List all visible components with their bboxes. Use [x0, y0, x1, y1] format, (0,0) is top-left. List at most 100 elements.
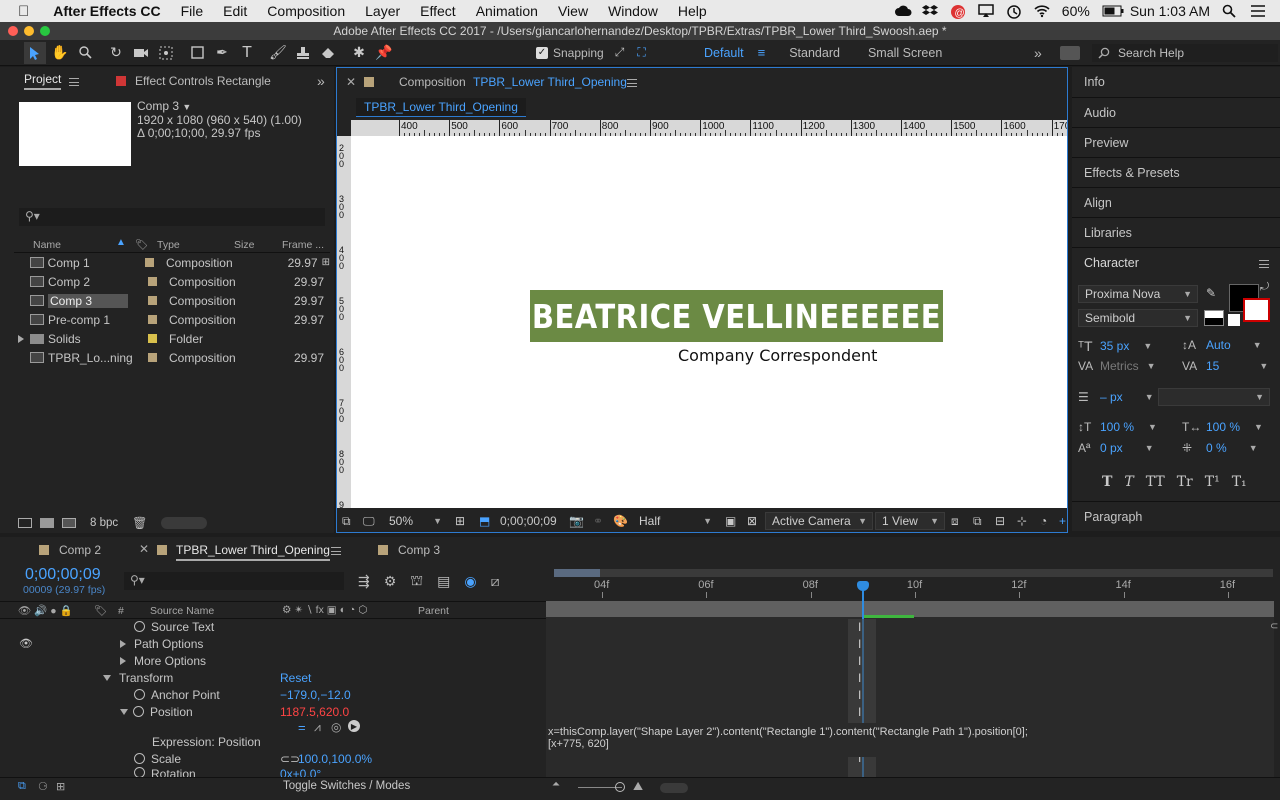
label-swatch[interactable]: [148, 353, 157, 362]
puppet-pin-tool-icon[interactable]: 📌: [373, 42, 395, 64]
new-composition-icon[interactable]: [62, 518, 76, 528]
source-name-header[interactable]: Source Name: [150, 605, 214, 617]
tab-project[interactable]: Project: [24, 72, 62, 90]
switches-header-icons[interactable]: ⚙ ✴ ∖ fx ▣ ◐ ◔ ⬡: [282, 604, 367, 616]
horizontal-scale-value[interactable]: 100 %: [1206, 420, 1240, 434]
panel-libraries[interactable]: Libraries: [1072, 217, 1280, 247]
search-help-field[interactable]: Search Help: [1092, 44, 1278, 62]
expression-enable-icon[interactable]: =: [298, 720, 306, 735]
interpret-footage-icon[interactable]: [18, 518, 32, 528]
prop-rotation[interactable]: Rotation 0x+0.0°: [0, 767, 546, 777]
composition-panel-menu-icon[interactable]: [627, 79, 637, 87]
selection-tool-icon[interactable]: [24, 41, 46, 64]
eyedropper-icon[interactable]: ✎: [1206, 286, 1216, 300]
rotation-tool-icon[interactable]: ↻: [105, 42, 127, 64]
apple-icon[interactable]: : [0, 3, 43, 20]
label-swatch[interactable]: [148, 277, 157, 286]
timeline-close-tab-icon[interactable]: ✕: [139, 542, 149, 556]
zoom-window-button[interactable]: [40, 26, 50, 36]
grid-icon[interactable]: ⊞: [455, 514, 465, 528]
transform-reset-link[interactable]: Reset: [280, 671, 311, 685]
expression-graph-icon[interactable]: ⩘: [314, 720, 321, 735]
expand-arrow-icon[interactable]: [120, 656, 126, 665]
composition-flow-name[interactable]: TPBR_Lower Third_Opening: [356, 98, 526, 117]
color-channel-icon[interactable]: 🎨: [613, 514, 628, 528]
col-size[interactable]: Size: [234, 239, 254, 251]
close-window-button[interactable]: [8, 26, 18, 36]
airplay-icon[interactable]: [978, 4, 994, 18]
project-item-folder[interactable]: Solids Folder: [14, 329, 330, 348]
keyframe-marker[interactable]: I: [858, 619, 861, 636]
font-style-dropdown[interactable]: Semibold ▼: [1078, 309, 1198, 327]
menu-effect[interactable]: Effect: [410, 3, 466, 19]
fast-previews-icon[interactable]: ⧉: [973, 514, 982, 529]
timeline-track-area[interactable]: I I I I I I I x=thisComp.layer("Shape La…: [546, 581, 1278, 777]
tab-effect-controls[interactable]: Effect Controls Rectangle: [135, 74, 271, 88]
position-value[interactable]: 1187.5,620.0: [280, 705, 349, 719]
workspace-menu-icon[interactable]: ≡: [758, 45, 766, 60]
project-item[interactable]: TPBR_Lo...ning Composition 29.97: [14, 348, 330, 367]
project-search-input[interactable]: ⚲▾: [19, 208, 325, 226]
stopwatch-icon[interactable]: [134, 753, 145, 764]
frame-blending-icon[interactable]: ▤: [437, 573, 450, 590]
work-area-bar[interactable]: [554, 569, 1273, 577]
always-preview-icon[interactable]: ⧉: [342, 514, 351, 529]
delete-icon[interactable]: 🗑: [132, 516, 147, 530]
camera-view-dropdown[interactable]: Active Camera ▼: [765, 512, 873, 530]
baseline-shift-caret-icon[interactable]: ▼: [1145, 443, 1154, 453]
folder-expand-icon[interactable]: [18, 334, 24, 343]
clock[interactable]: Sun 1:03 AM: [1130, 3, 1210, 19]
keyframe-marker[interactable]: I: [858, 687, 861, 704]
pan-behind-tool-icon[interactable]: [155, 42, 177, 64]
baseline-shift-value[interactable]: 0 px: [1100, 441, 1123, 455]
toggle-switches-modes[interactable]: Toggle Switches / Modes: [283, 780, 410, 792]
faux-bold-button[interactable]: T: [1102, 474, 1112, 490]
anchor-point-value[interactable]: −179.0,−12.0: [280, 688, 351, 702]
stroke-width-value[interactable]: – px: [1100, 390, 1123, 404]
character-title[interactable]: Character: [1084, 256, 1139, 270]
selected-item-dropdown-icon[interactable]: ▼: [182, 102, 191, 112]
timeline-zoom-handle[interactable]: [615, 782, 625, 792]
project-item[interactable]: Comp 1 Composition 29.97 ⊞: [14, 253, 330, 272]
label-column-icon[interactable]: 🏷: [135, 238, 148, 251]
pen-tool-icon[interactable]: ✒: [211, 42, 233, 64]
col-type[interactable]: Type: [157, 239, 180, 251]
prop-source-text[interactable]: Source Text: [0, 618, 546, 635]
show-snapshot-icon[interactable]: ⚭: [593, 514, 603, 528]
menu-view[interactable]: View: [548, 3, 598, 19]
shy-layers-icon[interactable]: ⛫: [410, 572, 423, 591]
zoom-in-icon[interactable]: ⛰: [633, 779, 643, 794]
label-swatch[interactable]: [145, 258, 154, 267]
mask-visibility-icon[interactable]: ⬒: [479, 514, 490, 528]
kerning-caret-icon[interactable]: ▼: [1147, 361, 1156, 371]
timeline-tab-comp3[interactable]: Comp 3: [398, 543, 440, 557]
project-panel-menu-icon[interactable]: [69, 78, 79, 86]
superscript-button[interactable]: T¹: [1205, 474, 1220, 490]
no-fill-swatch[interactable]: [1228, 314, 1240, 326]
rectangle-tool-icon[interactable]: [186, 42, 208, 64]
snap-feature-icon[interactable]: ⛶: [637, 45, 645, 60]
spotlight-icon[interactable]: [1222, 4, 1238, 18]
panel-info[interactable]: Info: [1072, 67, 1280, 97]
exposure-icon[interactable]: +: [1059, 514, 1066, 528]
battery-icon[interactable]: [1102, 4, 1124, 18]
font-size-value[interactable]: 35 px: [1100, 339, 1129, 353]
menu-help[interactable]: Help: [668, 3, 717, 19]
right-edge-icon[interactable]: ⊂: [1270, 621, 1278, 632]
reset-exposure-icon[interactable]: ◔: [1040, 514, 1047, 528]
zoom-tool-icon[interactable]: [74, 42, 96, 64]
sync-settings-icon[interactable]: [1060, 45, 1080, 60]
expand-arrow-icon[interactable]: [120, 639, 126, 648]
minimize-window-button[interactable]: [24, 26, 34, 36]
draft-3d-icon[interactable]: ⚙: [384, 573, 397, 590]
timeline-tab-comp2[interactable]: Comp 2: [59, 543, 101, 557]
collapse-arrow-icon[interactable]: [103, 674, 111, 681]
camera-tool-icon[interactable]: [130, 42, 152, 64]
timeline-panel-menu-icon[interactable]: [331, 547, 341, 555]
panel-effects-presets[interactable]: Effects & Presets: [1072, 157, 1280, 187]
vertical-scale-value[interactable]: 100 %: [1100, 420, 1134, 434]
eraser-tool-icon[interactable]: [317, 42, 339, 64]
clone-stamp-tool-icon[interactable]: [292, 42, 314, 64]
timeline-scrollbar[interactable]: [660, 783, 688, 793]
stopwatch-icon[interactable]: [133, 706, 144, 717]
